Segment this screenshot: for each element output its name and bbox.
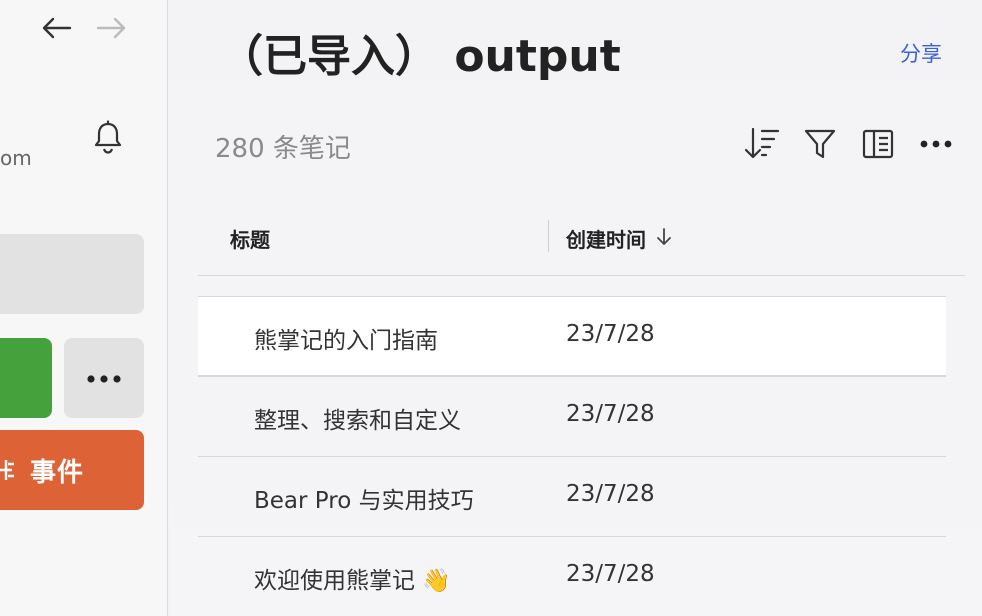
list-item[interactable]: 整理、搜索和自定义 23/7/28 [198,376,946,456]
toolbar [744,124,954,164]
back-arrow-icon[interactable] [38,10,74,46]
forward-arrow-icon[interactable] [94,10,130,46]
filter-icon[interactable] [802,126,838,162]
events-button[interactable]: 事件 [0,430,144,510]
note-title: 熊掌记的入门指南 [254,328,438,354]
column-created[interactable]: 创建时间 [566,224,672,253]
sidebar-more-button[interactable] [64,338,144,418]
column-created-label: 创建时间 [566,228,646,252]
column-divider[interactable] [548,220,549,252]
sort-icon[interactable] [744,126,780,162]
bell-icon[interactable] [88,116,128,160]
more-icon [86,369,122,388]
share-button[interactable]: 分享 [900,38,942,68]
layout-icon[interactable] [860,126,896,162]
note-count: 280 条笔记 [215,134,351,164]
note-date: 23/7/28 [566,321,655,347]
notes-panel: （已导入） output 分享 280 条笔记 标题 创建时间 熊掌记的入门指南… [169,0,982,616]
column-title[interactable]: 标题 [230,224,270,253]
sidebar-green-button[interactable] [0,338,52,418]
events-icon [0,456,20,484]
more-options-icon[interactable] [918,126,954,162]
note-date: 23/7/28 [566,561,655,587]
sidebar: om 事件 [0,0,168,616]
page-title: （已导入） output [219,31,621,82]
list-item[interactable]: 熊掌记的入门指南 23/7/28 [198,296,946,376]
note-title: Bear Pro 与实用技巧 [254,488,474,514]
note-date: 23/7/28 [566,401,655,427]
note-title: 欢迎使用熊掌记 👋 [254,568,451,594]
list-item[interactable]: Bear Pro 与实用技巧 23/7/28 [198,456,946,536]
notes-list: 熊掌记的入门指南 23/7/28 整理、搜索和自定义 23/7/28 Bear … [198,296,946,616]
events-label: 事件 [30,457,85,488]
sidebar-gray-button[interactable] [0,234,144,314]
sort-down-icon [656,227,672,251]
note-title: 整理、搜索和自定义 [254,408,461,434]
account-email: om [0,146,32,170]
list-item[interactable]: 欢迎使用熊掌记 👋 23/7/28 [198,536,946,616]
column-header: 标题 创建时间 [198,200,965,276]
note-date: 23/7/28 [566,481,655,507]
